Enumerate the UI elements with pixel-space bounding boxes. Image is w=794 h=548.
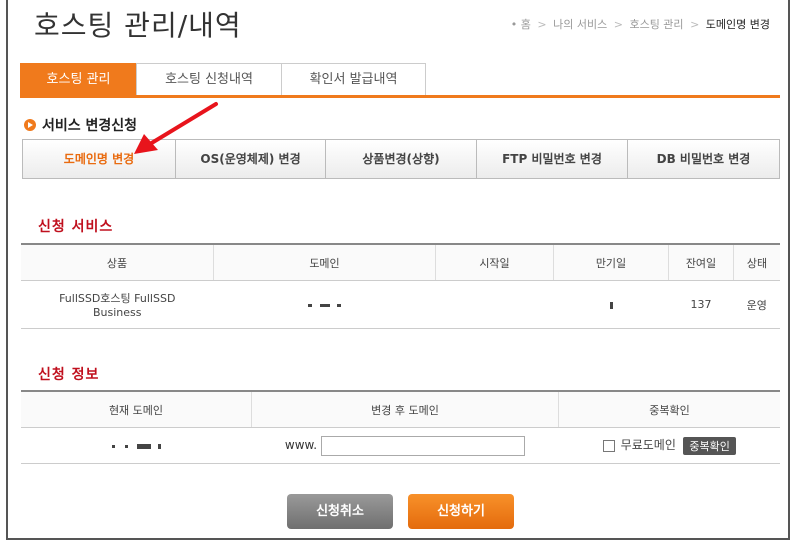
- product-cell: FullSSD호스팅 FullSSD Business: [21, 280, 214, 329]
- breadcrumb-bullet: •: [510, 18, 518, 31]
- service-change-heading-text: 서비스 변경신청: [42, 118, 138, 134]
- www-prefix: www.: [284, 437, 318, 452]
- redacted-mark: [337, 303, 341, 307]
- expire-date-cell: [553, 280, 669, 329]
- col-product: 상품: [21, 244, 214, 281]
- col-current-domain: 현재 도메인: [21, 391, 252, 428]
- redacted-mark: [124, 444, 128, 448]
- col-start: 시작일: [435, 244, 554, 281]
- tab-hosting-requests[interactable]: 호스팅 신청내역: [136, 63, 282, 96]
- breadcrumb-home[interactable]: 홈: [521, 18, 531, 31]
- col-status: 상태: [733, 244, 780, 281]
- col-dup-check: 중복확인: [558, 391, 780, 428]
- product-name-line2: Business: [92, 306, 142, 319]
- redacted-mark: [157, 443, 161, 449]
- col-domain: 도메인: [213, 244, 436, 281]
- domain-cell: [213, 280, 436, 329]
- breadcrumb-my-service[interactable]: 나의 서비스: [553, 18, 607, 31]
- product-name-line1: FullSSD호스팅 FullSSD: [59, 292, 176, 305]
- free-domain-label: 무료도메인: [620, 438, 676, 452]
- red-arrow-annotation: [134, 102, 218, 154]
- table-row: FullSSD호스팅 FullSSD Business 137 운영: [21, 280, 780, 329]
- duplicate-check-button[interactable]: 중복확인: [683, 437, 736, 455]
- tab-certificates[interactable]: 확인서 발급내역: [281, 63, 426, 96]
- remaining-days-cell: 137: [668, 280, 734, 329]
- col-new-domain: 변경 후 도메인: [251, 391, 559, 428]
- product-upgrade-button[interactable]: 상품변경(상향): [325, 139, 477, 179]
- free-domain-checkbox[interactable]: [602, 440, 615, 452]
- redacted-mark: [319, 303, 330, 307]
- redacted-mark: [609, 301, 613, 309]
- service-table-heading: 신청 서비스: [38, 219, 114, 235]
- start-date-cell: [435, 280, 554, 329]
- tab-bar: 호스팅 관리 호스팅 신청내역 확인서 발급내역: [20, 63, 426, 96]
- play-circle-icon: [24, 119, 36, 131]
- cancel-request-button[interactable]: 신청취소: [287, 494, 393, 529]
- redacted-mark: [308, 303, 312, 307]
- service-table: 상품 도메인 시작일 만기일 잔여일 상태 FullSSD호스팅 FullSSD…: [21, 243, 780, 329]
- dup-check-cell: 무료도메인 중복확인: [558, 427, 780, 464]
- chevron-right-icon: >: [690, 18, 700, 31]
- new-domain-input[interactable]: [321, 435, 526, 456]
- table-row: www. 무료도메인 중복확인: [21, 427, 780, 464]
- breadcrumb: • 홈 > 나의 서비스 > 호스팅 관리 > 도메인명 변경: [511, 16, 770, 32]
- col-remaining: 잔여일: [668, 244, 734, 281]
- chevron-right-icon: >: [537, 18, 547, 31]
- redacted-mark: [137, 443, 151, 449]
- current-domain-cell: [21, 427, 252, 464]
- db-password-button[interactable]: DB 비밀번호 변경: [627, 139, 780, 179]
- ftp-password-button[interactable]: FTP 비밀번호 변경: [476, 139, 628, 179]
- col-expire: 만기일: [553, 244, 669, 281]
- tab-hosting-manage[interactable]: 호스팅 관리: [20, 63, 137, 96]
- status-cell: 운영: [733, 280, 780, 329]
- service-change-heading: 서비스 변경신청: [24, 115, 137, 135]
- redacted-mark: [112, 444, 115, 448]
- request-table-heading: 신청 정보: [38, 367, 100, 383]
- page-title: 호스팅 관리/내역: [34, 9, 242, 42]
- submit-request-button[interactable]: 신청하기: [408, 494, 514, 529]
- breadcrumb-hosting[interactable]: 호스팅 관리: [629, 18, 683, 31]
- request-table: 현재 도메인 변경 후 도메인 중복확인 www. 무료도메인 중복확인: [21, 390, 780, 464]
- table-header-row: 현재 도메인 변경 후 도메인 중복확인: [21, 391, 780, 428]
- breadcrumb-current: 도메인명 변경: [705, 18, 770, 31]
- new-domain-cell: www.: [251, 427, 559, 464]
- table-header-row: 상품 도메인 시작일 만기일 잔여일 상태: [21, 244, 780, 281]
- chevron-right-icon: >: [613, 18, 623, 31]
